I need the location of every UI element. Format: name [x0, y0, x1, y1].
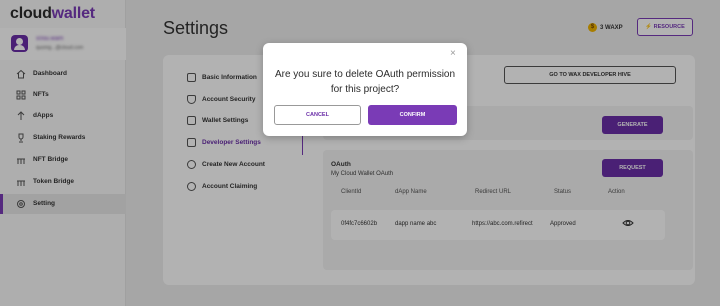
- dialog-message: Are you sure to delete OAuth permission …: [263, 67, 467, 97]
- confirm-delete-dialog: × Are you sure to delete OAuth permissio…: [263, 43, 467, 136]
- confirm-button[interactable]: CONFIRM: [368, 105, 457, 125]
- dialog-message-line-2: for this project?: [330, 84, 400, 95]
- close-icon[interactable]: ×: [450, 49, 456, 59]
- dialog-message-line-1: Are you sure to delete OAuth permission: [274, 69, 456, 80]
- cancel-button[interactable]: CANCEL: [274, 105, 361, 125]
